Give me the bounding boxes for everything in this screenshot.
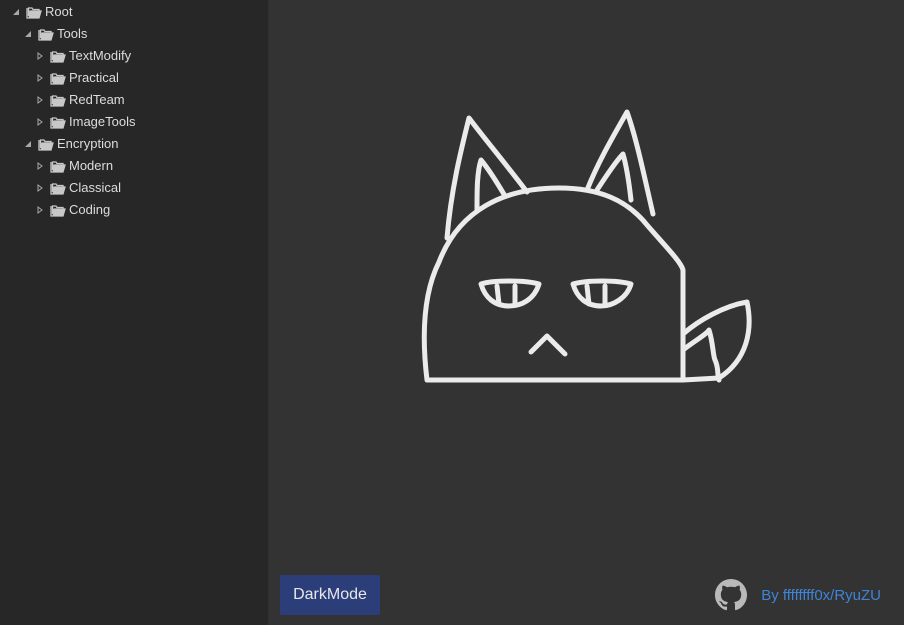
folder-open-icon: [50, 181, 66, 195]
tree-item-coding[interactable]: Coding: [0, 199, 268, 221]
folder-open-icon: [26, 5, 42, 19]
tree-item-tools[interactable]: Tools: [0, 23, 268, 45]
tree-item-label: Practical: [69, 70, 119, 85]
author-link[interactable]: By ffffffff0x/RyuZU: [761, 587, 881, 604]
tree-item-label: Coding: [69, 202, 111, 217]
tree-item-encryption[interactable]: Encryption: [0, 133, 268, 155]
expand-triangle-icon[interactable]: [22, 28, 34, 40]
collapse-triangle-icon[interactable]: [34, 50, 46, 62]
darkmode-button[interactable]: DarkMode: [280, 575, 380, 615]
expand-triangle-icon[interactable]: [10, 6, 22, 18]
credit-footer: By ffffffff0x/RyuZU: [715, 579, 881, 611]
github-icon[interactable]: [715, 579, 748, 611]
collapse-triangle-icon[interactable]: [34, 182, 46, 194]
tree-item-label: RedTeam: [69, 92, 125, 107]
collapse-triangle-icon[interactable]: [34, 204, 46, 216]
tree-item-practical[interactable]: Practical: [0, 67, 268, 89]
tree-item-label: Root: [45, 4, 73, 19]
app-window: Root Tools TextModify Practical RedTeam …: [0, 0, 904, 625]
tree-item-label: TextModify: [69, 48, 132, 63]
tree-item-label: Modern: [69, 158, 114, 173]
tree-item-label: ImageTools: [69, 114, 136, 129]
folder-open-icon: [38, 137, 54, 151]
collapse-triangle-icon[interactable]: [34, 160, 46, 172]
folder-open-icon: [50, 159, 66, 173]
tree-item-classical[interactable]: Classical: [0, 177, 268, 199]
collapse-triangle-icon[interactable]: [34, 72, 46, 84]
cat-mascot-illustration: [421, 109, 752, 383]
tree-item-modern[interactable]: Modern: [0, 155, 268, 177]
folder-open-icon: [50, 93, 66, 107]
main-panel: DarkMode By ffffffff0x/RyuZU: [269, 0, 904, 625]
tree-item-root[interactable]: Root: [0, 1, 268, 23]
tree-item-label: Classical: [69, 180, 122, 195]
folder-open-icon: [50, 49, 66, 63]
tree-item-imagetools[interactable]: ImageTools: [0, 111, 268, 133]
collapse-triangle-icon[interactable]: [34, 116, 46, 128]
navigation-tree: Root Tools TextModify Practical RedTeam …: [0, 0, 269, 625]
folder-open-icon: [50, 115, 66, 129]
tree-item-label: Encryption: [57, 136, 119, 151]
tree-item-label: Tools: [57, 26, 88, 41]
expand-triangle-icon[interactable]: [22, 138, 34, 150]
collapse-triangle-icon[interactable]: [34, 94, 46, 106]
tree-item-redteam[interactable]: RedTeam: [0, 89, 268, 111]
folder-open-icon: [38, 27, 54, 41]
folder-open-icon: [50, 71, 66, 85]
folder-open-icon: [50, 203, 66, 217]
tree-item-textmodify[interactable]: TextModify: [0, 45, 268, 67]
